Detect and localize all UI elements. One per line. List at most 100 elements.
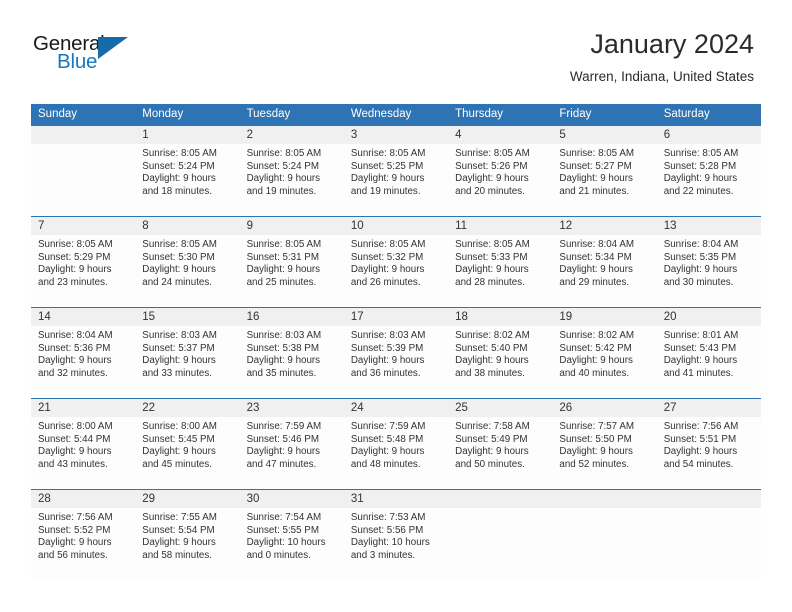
daylight-text-line2: and 52 minutes. — [559, 458, 630, 470]
day-number[interactable]: 31 — [344, 490, 448, 508]
day-cell[interactable]: Sunrise: 8:02 AM Sunset: 5:40 PM Dayligh… — [448, 326, 552, 398]
day-cell[interactable]: Sunrise: 8:01 AM Sunset: 5:43 PM Dayligh… — [657, 326, 761, 398]
day-number[interactable]: 23 — [240, 399, 344, 417]
day-number[interactable]: 10 — [344, 217, 448, 235]
day-number[interactable]: 5 — [552, 126, 656, 144]
sunrise-text: Sunrise: 8:05 AM — [142, 239, 217, 250]
day-cell[interactable]: Sunrise: 7:58 AM Sunset: 5:49 PM Dayligh… — [448, 417, 552, 489]
weekday-header-thursday: Thursday — [455, 108, 504, 120]
day-cell[interactable]: Sunrise: 8:05 AM Sunset: 5:30 PM Dayligh… — [135, 235, 239, 307]
sunrise-text: Sunrise: 8:05 AM — [663, 148, 739, 159]
day-cell[interactable]: Sunrise: 8:05 AM Sunset: 5:32 PM Dayligh… — [344, 235, 448, 307]
day-cell[interactable]: Sunrise: 8:05 AM Sunset: 5:25 PM Dayligh… — [344, 144, 448, 216]
calendar-grid: Sunday Monday Tuesday Wednesday Thursday… — [31, 104, 761, 580]
day-cell[interactable]: Sunrise: 8:05 AM Sunset: 5:33 PM Dayligh… — [448, 235, 552, 307]
day-cell-empty — [552, 508, 656, 580]
day-cell[interactable]: Sunrise: 8:03 AM Sunset: 5:38 PM Dayligh… — [240, 326, 344, 398]
sunrise-text: Sunrise: 8:05 AM — [350, 148, 426, 159]
day-number[interactable]: 8 — [135, 217, 239, 235]
day-cell[interactable]: Sunrise: 8:05 AM Sunset: 5:24 PM Dayligh… — [135, 144, 239, 216]
day-number[interactable]: 6 — [657, 126, 761, 144]
sunset-text: Sunset: 5:38 PM — [246, 342, 319, 354]
day-cell[interactable]: Sunrise: 8:05 AM Sunset: 5:27 PM Dayligh… — [552, 144, 656, 216]
sunrise-text: Sunrise: 8:05 AM — [246, 148, 322, 159]
sunset-text: Sunset: 5:36 PM — [38, 342, 111, 354]
daylight-text-line2: and 58 minutes. — [142, 549, 212, 561]
day-cell[interactable]: Sunrise: 8:00 AM Sunset: 5:45 PM Dayligh… — [135, 417, 239, 489]
daylight-text-line1: Daylight: 9 hours — [350, 173, 425, 185]
day-number[interactable]: 24 — [344, 399, 448, 417]
day-cell[interactable]: Sunrise: 7:57 AM Sunset: 5:50 PM Dayligh… — [552, 417, 656, 489]
day-number[interactable]: 1 — [135, 126, 239, 144]
daylight-text-line1: Daylight: 9 hours — [559, 173, 633, 185]
day-cell[interactable]: Sunrise: 8:00 AM Sunset: 5:44 PM Dayligh… — [31, 417, 135, 489]
day-number[interactable]: 15 — [135, 308, 239, 326]
day-number[interactable]: 26 — [552, 399, 656, 417]
daylight-text-line1: Daylight: 9 hours — [142, 537, 216, 549]
daylight-text-line1: Daylight: 9 hours — [559, 446, 633, 458]
page-subtitle: Warren, Indiana, United States — [569, 69, 754, 84]
day-cell[interactable]: Sunrise: 8:04 AM Sunset: 5:36 PM Dayligh… — [31, 326, 135, 398]
day-cell[interactable]: Sunrise: 7:53 AM Sunset: 5:56 PM Dayligh… — [344, 508, 448, 580]
day-cell[interactable]: Sunrise: 7:56 AM Sunset: 5:52 PM Dayligh… — [31, 508, 135, 580]
day-cell[interactable]: Sunrise: 8:05 AM Sunset: 5:26 PM Dayligh… — [448, 144, 552, 216]
sunset-text: Sunset: 5:31 PM — [246, 251, 319, 263]
day-number[interactable]: 17 — [344, 308, 448, 326]
daylight-text-line2: and 3 minutes. — [350, 549, 416, 561]
day-number[interactable]: 20 — [657, 308, 761, 326]
day-number[interactable]: 19 — [552, 308, 656, 326]
day-number[interactable]: 28 — [31, 490, 135, 508]
day-number[interactable]: 21 — [31, 399, 135, 417]
day-detail-row: Sunrise: 8:05 AM Sunset: 5:29 PM Dayligh… — [31, 235, 761, 307]
day-number[interactable]: 29 — [135, 490, 239, 508]
weekday-header-sunday: Sunday — [38, 108, 78, 120]
day-number[interactable]: 7 — [31, 217, 135, 235]
day-cell[interactable]: Sunrise: 8:05 AM Sunset: 5:29 PM Dayligh… — [31, 235, 135, 307]
daylight-text-line1: Daylight: 9 hours — [246, 264, 321, 276]
day-number[interactable]: 14 — [31, 308, 135, 326]
day-number[interactable] — [31, 126, 135, 144]
day-cell[interactable]: Sunrise: 7:55 AM Sunset: 5:54 PM Dayligh… — [135, 508, 239, 580]
day-number[interactable]: 2 — [240, 126, 344, 144]
day-number[interactable]: 4 — [448, 126, 552, 144]
sunset-text: Sunset: 5:35 PM — [663, 251, 737, 263]
day-cell[interactable]: Sunrise: 8:05 AM Sunset: 5:24 PM Dayligh… — [240, 144, 344, 216]
day-number[interactable]: 11 — [448, 217, 552, 235]
day-number[interactable]: 25 — [448, 399, 552, 417]
day-cell[interactable]: Sunrise: 8:02 AM Sunset: 5:42 PM Dayligh… — [552, 326, 656, 398]
day-cell[interactable]: Sunrise: 8:04 AM Sunset: 5:35 PM Dayligh… — [657, 235, 761, 307]
day-number[interactable]: 18 — [448, 308, 552, 326]
day-number[interactable]: 9 — [240, 217, 344, 235]
day-cell[interactable]: Sunrise: 8:05 AM Sunset: 5:31 PM Dayligh… — [240, 235, 344, 307]
sunset-text: Sunset: 5:50 PM — [559, 433, 632, 445]
day-cell[interactable]: Sunrise: 8:03 AM Sunset: 5:37 PM Dayligh… — [135, 326, 239, 398]
day-number[interactable]: 22 — [135, 399, 239, 417]
sunset-text: Sunset: 5:43 PM — [663, 342, 737, 354]
sunset-text: Sunset: 5:45 PM — [142, 433, 215, 445]
day-cell[interactable]: Sunrise: 8:03 AM Sunset: 5:39 PM Dayligh… — [344, 326, 448, 398]
day-cell[interactable]: Sunrise: 8:04 AM Sunset: 5:34 PM Dayligh… — [552, 235, 656, 307]
general-blue-logo[interactable]: General Blue — [33, 33, 163, 81]
weekday-header-tuesday: Tuesday — [246, 108, 291, 120]
day-number[interactable]: 3 — [344, 126, 448, 144]
day-number[interactable]: 16 — [240, 308, 344, 326]
day-detail-row: Sunrise: 7:56 AM Sunset: 5:52 PM Dayligh… — [31, 508, 761, 580]
day-number[interactable]: 13 — [657, 217, 761, 235]
daylight-text-line2: and 24 minutes. — [142, 276, 212, 288]
day-number[interactable]: 30 — [240, 490, 344, 508]
sunrise-text: Sunrise: 8:03 AM — [350, 330, 426, 341]
day-cell[interactable]: Sunrise: 7:59 AM Sunset: 5:48 PM Dayligh… — [344, 417, 448, 489]
day-cell[interactable] — [31, 144, 135, 216]
day-cell[interactable]: Sunrise: 7:54 AM Sunset: 5:55 PM Dayligh… — [240, 508, 344, 580]
day-number[interactable]: 12 — [552, 217, 656, 235]
day-cell[interactable]: Sunrise: 8:05 AM Sunset: 5:28 PM Dayligh… — [657, 144, 761, 216]
day-cell[interactable]: Sunrise: 7:56 AM Sunset: 5:51 PM Dayligh… — [657, 417, 761, 489]
sunrise-text: Sunrise: 7:59 AM — [246, 421, 322, 432]
daylight-text-line2: and 0 minutes. — [246, 549, 311, 561]
sunset-text: Sunset: 5:37 PM — [142, 342, 215, 354]
day-number[interactable]: 27 — [657, 399, 761, 417]
day-cell-empty — [448, 508, 552, 580]
sunrise-text: Sunrise: 8:04 AM — [38, 330, 113, 341]
day-number-empty — [552, 490, 656, 508]
day-cell[interactable]: Sunrise: 7:59 AM Sunset: 5:46 PM Dayligh… — [240, 417, 344, 489]
